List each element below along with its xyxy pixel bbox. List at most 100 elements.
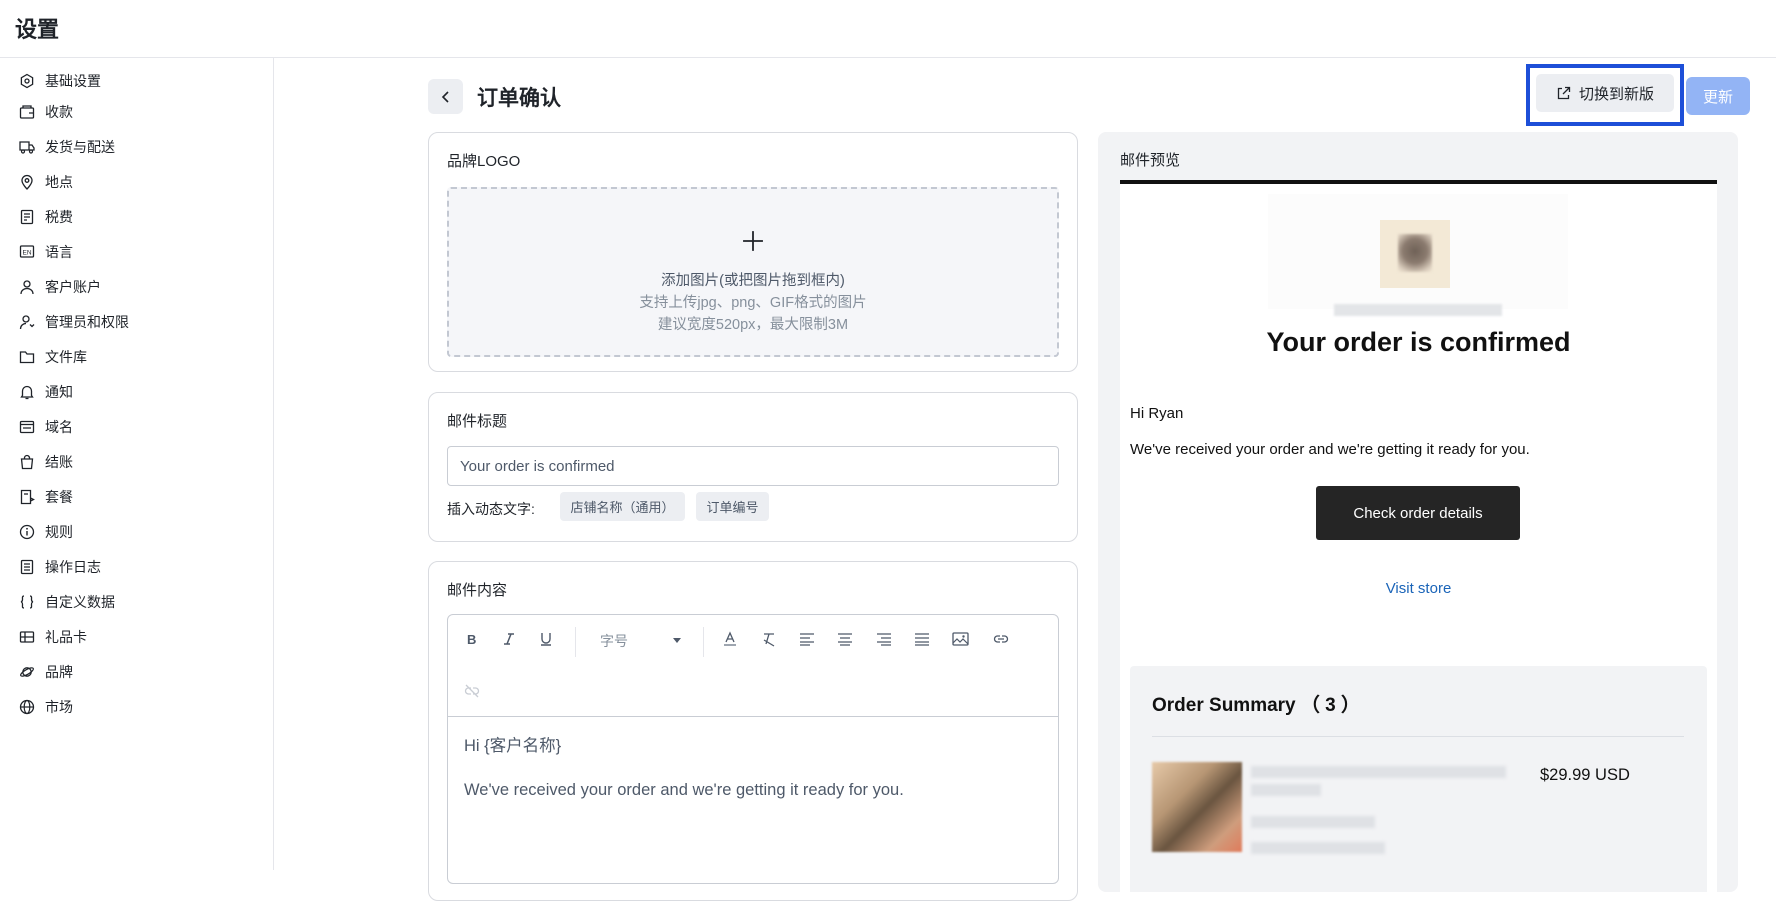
image-icon[interactable] <box>950 629 970 649</box>
product-name-blurred <box>1251 766 1506 778</box>
user-key-icon <box>19 315 35 330</box>
sidebar-item-brand[interactable]: 品牌 <box>0 657 273 687</box>
email-subject-input[interactable]: Your order is confirmed <box>447 446 1059 486</box>
email-greeting: Hi Ryan <box>1130 405 1184 422</box>
align-center-icon[interactable] <box>835 629 855 649</box>
store-name-blurred <box>1334 304 1502 316</box>
sidebar-item-languages[interactable]: EN 语言 <box>0 237 273 267</box>
link-icon[interactable] <box>991 629 1011 649</box>
email-preview: Your order is confirmed Hi Ryan We've re… <box>1120 180 1717 892</box>
sidebar-item-shipping[interactable]: 发货与配送 <box>0 132 273 162</box>
update-button[interactable]: 更新 <box>1686 77 1750 115</box>
bold-icon[interactable]: B <box>462 629 482 649</box>
sidebar-item-files[interactable]: 文件库 <box>0 342 273 372</box>
plan-icon <box>20 489 35 505</box>
product-quantity-blurred <box>1251 842 1385 854</box>
chip-order-number[interactable]: 订单编号 <box>696 492 769 521</box>
sidebar-item-plans[interactable]: 套餐 <box>0 482 273 512</box>
svg-text:B: B <box>467 632 476 646</box>
sidebar-item-customer-accounts[interactable]: 客户账户 <box>0 272 273 302</box>
italic-icon[interactable] <box>499 629 519 649</box>
chevron-left-icon <box>441 90 449 103</box>
email-content-card: 邮件内容 B 字号 Hi {客户名称} We've received your … <box>428 561 1078 901</box>
planet-icon <box>20 667 34 677</box>
dynamic-text-label: 插入动态文字: <box>447 501 535 517</box>
svg-text:EN: EN <box>23 250 32 257</box>
clear-format-icon[interactable] <box>759 629 779 649</box>
sidebar-item-label: 礼品卡 <box>45 629 87 645</box>
sidebar-item-label: 市场 <box>45 699 73 715</box>
brand-logo-image <box>1380 220 1450 288</box>
sidebar-item-label: 结账 <box>45 454 73 470</box>
shopping-bag-icon <box>20 454 34 470</box>
align-left-icon[interactable] <box>797 629 817 649</box>
align-justify-icon[interactable] <box>912 629 932 649</box>
text-color-icon[interactable] <box>720 629 740 649</box>
product-image <box>1152 762 1242 852</box>
sidebar-item-label: 操作日志 <box>45 559 101 575</box>
brand-logo-title: 品牌LOGO <box>447 153 521 170</box>
chip-store-name[interactable]: 店铺名称（通用） <box>560 492 685 521</box>
product-name-blurred <box>1251 784 1321 796</box>
font-size-select[interactable]: 字号 <box>600 629 690 653</box>
user-icon <box>20 280 34 295</box>
main-content: 订单确认 切换到新版 更新 品牌LOGO 添加图片(或把图片拖到框内) 支持上传… <box>274 58 1776 901</box>
check-order-details-button[interactable]: Check order details <box>1316 486 1520 540</box>
email-subject-card: 邮件标题 Your order is confirmed 插入动态文字: 店铺名… <box>428 392 1078 542</box>
bell-icon <box>20 385 34 400</box>
sidebar-item-label: 税费 <box>45 209 73 225</box>
truck-icon <box>19 141 35 154</box>
align-right-icon[interactable] <box>874 629 894 649</box>
sidebar-item-activity-log[interactable]: 操作日志 <box>0 552 273 582</box>
upload-hint-formats: 支持上传jpg、png、GIF格式的图片 <box>639 295 867 311</box>
braces-icon <box>20 595 34 609</box>
brand-logo-card: 品牌LOGO 添加图片(或把图片拖到框内) 支持上传jpg、png、GIF格式的… <box>428 132 1078 372</box>
gift-card-icon <box>19 631 35 643</box>
page-title: 订单确认 <box>477 87 561 110</box>
sidebar-item-locations[interactable]: 地点 <box>0 167 273 197</box>
switch-to-new-version-button[interactable]: 切换到新版 <box>1536 74 1674 112</box>
location-pin-icon <box>21 174 33 190</box>
sidebar-item-custom-data[interactable]: 自定义数据 <box>0 587 273 617</box>
sidebar-item-label: 发货与配送 <box>45 139 115 155</box>
language-icon: EN <box>19 245 35 258</box>
sidebar-item-label: 管理员和权限 <box>45 314 129 330</box>
folder-icon <box>19 351 35 364</box>
browser-icon <box>19 420 35 434</box>
editor-message: We've received your order and we're gett… <box>464 781 904 799</box>
app-title: 设置 <box>15 17 60 42</box>
sidebar-item-markets[interactable]: 市场 <box>0 692 273 722</box>
editor-toolbar: B 字号 <box>448 615 1058 717</box>
globe-icon <box>19 699 35 715</box>
sidebar-item-label: 基础设置 <box>45 73 101 89</box>
sidebar-item-rules[interactable]: 规则 <box>0 517 273 547</box>
sidebar-item-admins-permissions[interactable]: 管理员和权限 <box>0 307 273 337</box>
settings-icon <box>20 73 34 89</box>
visit-store-link[interactable]: Visit store <box>1120 580 1717 597</box>
sidebar-item-gift-cards[interactable]: 礼品卡 <box>0 622 273 652</box>
sidebar-item-label: 规则 <box>45 524 73 540</box>
back-button[interactable] <box>428 79 463 114</box>
sidebar-item-taxes[interactable]: 税费 <box>0 202 273 232</box>
sidebar: 基础设置 收款 发货与配送 地点 税费 EN 语言 客户账户 管理员和权限 文件… <box>0 58 274 870</box>
divider <box>1152 736 1684 737</box>
logo-upload-area[interactable]: 添加图片(或把图片拖到框内) 支持上传jpg、png、GIF格式的图片 建议宽度… <box>447 187 1059 357</box>
product-variant-blurred <box>1251 816 1375 828</box>
sidebar-item-label: 文件库 <box>45 349 87 365</box>
sidebar-item-basic-settings[interactable]: 基础设置 <box>0 66 273 96</box>
sidebar-item-payments[interactable]: 收款 <box>0 97 273 127</box>
editor-greeting: Hi {客户名称} <box>464 737 562 755</box>
sidebar-item-label: 域名 <box>45 419 73 435</box>
editor-body[interactable]: Hi {客户名称} We've received your order and … <box>464 735 904 823</box>
sidebar-item-label: 通知 <box>45 384 73 400</box>
sidebar-item-checkout[interactable]: 结账 <box>0 447 273 477</box>
caret-down-icon <box>673 638 681 643</box>
unlink-icon[interactable] <box>462 681 482 701</box>
underline-icon[interactable] <box>536 629 556 649</box>
sidebar-item-label: 自定义数据 <box>45 594 115 610</box>
sidebar-item-notifications[interactable]: 通知 <box>0 377 273 407</box>
sidebar-item-label: 收款 <box>45 104 73 120</box>
sidebar-item-domains[interactable]: 域名 <box>0 412 273 442</box>
order-summary: Order Summary （ 3 ） $29.99 USD <box>1130 666 1707 892</box>
info-icon <box>19 524 35 540</box>
